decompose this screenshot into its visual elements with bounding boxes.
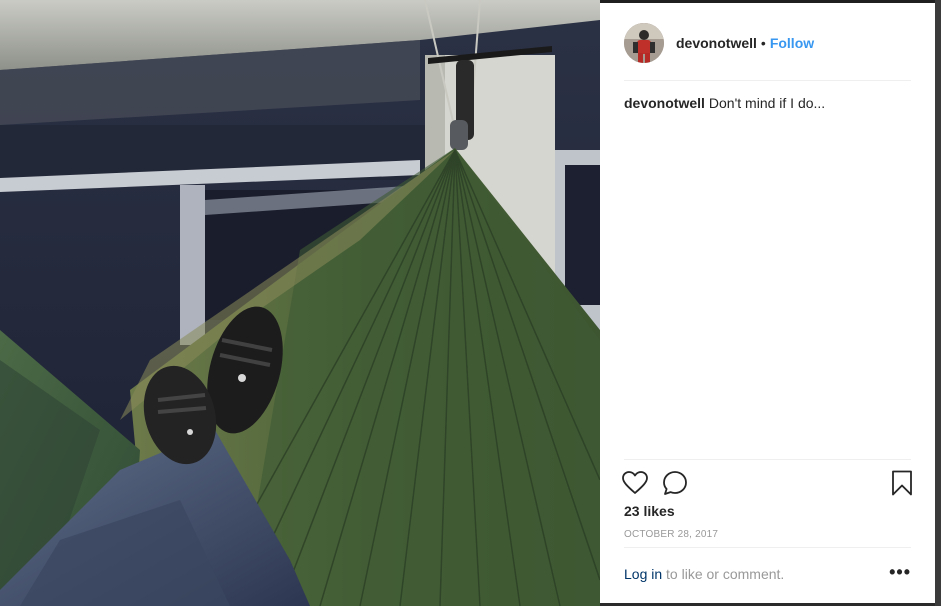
more-options-icon[interactable]: ••• xyxy=(889,562,911,583)
caption-username[interactable]: devonotwell xyxy=(624,95,705,111)
hammock-photo-image xyxy=(0,0,600,606)
instagram-post-view: devonotwell • Follow devonotwell Don't mi… xyxy=(0,0,941,606)
right-edge xyxy=(935,0,941,606)
heart-icon xyxy=(622,471,648,494)
post-photo[interactable] xyxy=(0,0,600,606)
avatar[interactable] xyxy=(624,23,664,63)
save-button[interactable] xyxy=(887,468,917,498)
post-side-panel: devonotwell • Follow devonotwell Don't mi… xyxy=(600,3,935,603)
post-actions xyxy=(620,468,915,498)
comment-button[interactable] xyxy=(660,468,690,498)
actions-divider xyxy=(624,459,911,460)
header-divider xyxy=(624,80,911,81)
like-button[interactable] xyxy=(620,468,650,498)
likes-count[interactable]: 23 likes xyxy=(624,503,675,519)
comment-icon xyxy=(663,471,687,495)
header-separator: • xyxy=(760,35,766,51)
post-date: OCTOBER 28, 2017 xyxy=(624,529,719,540)
header-username[interactable]: devonotwell xyxy=(676,35,757,51)
post-caption: devonotwell Don't mind if I do... xyxy=(624,95,911,111)
follow-button[interactable]: Follow xyxy=(770,35,814,51)
comment-prompt-text: to like or comment. xyxy=(666,566,785,582)
avatar-image xyxy=(624,23,664,63)
post-header: devonotwell • Follow xyxy=(624,22,911,64)
comment-prompt-row: Log in to like or comment. ••• xyxy=(624,562,911,586)
login-link[interactable]: Log in xyxy=(624,566,662,582)
comment-divider xyxy=(624,547,911,548)
bookmark-icon xyxy=(892,470,912,496)
caption-text: Don't mind if I do... xyxy=(708,95,826,111)
